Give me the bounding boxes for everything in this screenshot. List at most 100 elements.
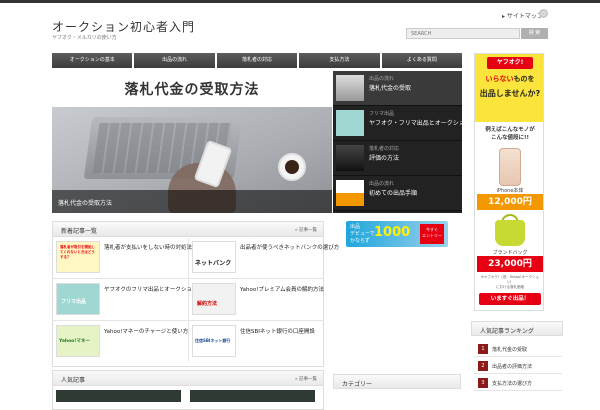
ranking-item[interactable]: 2 出品者の評価方法 [474,358,562,374]
ranking-item[interactable]: 3 支払方法の選び方 [474,375,562,391]
article-title: 出品者が使うべきネットバンクの選び方 [240,245,340,251]
article-item[interactable]: ネットバンク 出品者が使うべきネットバンクの選び方 [188,237,339,281]
slider-item-thumb [336,145,364,171]
slider-item[interactable]: フリマ出品 ヤフオク・フリマ出品とオークションの違い [333,106,489,141]
coffee-image [285,160,299,174]
article-title: 住信SBIネット銀行の口座開設 [240,329,315,335]
slider-item-category: 出品の流れ [369,76,395,82]
rank-number: 2 [478,361,488,371]
campaign-text-line-3: かならず [350,238,370,244]
iphone-price: 12,000円 [477,194,543,210]
ad-headline: いらないものを [479,74,541,84]
article-thumb: フリマ出品 [56,283,100,315]
rank-number: 1 [478,344,488,354]
article-thumb-text: 落札者が取引を開始してくれないときはどうする？ [60,245,95,259]
sitemap-link-label: サイトマップ [506,13,543,20]
article-item[interactable]: 落札者が取引を開始してくれないときはどうする？ 落札者が支払いをしない時の対処法 [52,237,192,281]
rank-title: 支払方法の選び方 [492,381,533,387]
search-input[interactable] [406,28,520,39]
slider-banner-text: 落札代金の受取方法 [124,82,260,98]
nav-item-buyer-response[interactable]: 落札者の対応 [216,53,298,68]
popular-articles-title: 人気記事 [61,377,86,384]
handbag-image [495,220,525,246]
slider-item[interactable]: 出品の流れ 初めての出品手順 [333,176,462,211]
category-header: カテゴリー [333,374,461,389]
campaign-text-line-1: 出品 [350,224,361,230]
slider-item-category: 出品の流れ [369,181,395,187]
article-thumb-text: Yahoo!マネー [59,339,90,344]
ad-example-line-2: こんな値段に!! [490,135,530,141]
popular-thumb [56,390,181,402]
article-item[interactable]: Yahoo!マネー Yahoo!マネーのチャージと使い方 [52,321,189,365]
article-thumb: 解約方法 [192,283,236,315]
campaign-entry-tag: 今すぐ エントリー [420,224,444,244]
nav-item-listing-flow[interactable]: 出品の流れ [134,53,215,68]
article-item[interactable]: フリマ出品 ヤフオクのフリマ出品とオークションの違い [52,279,214,323]
ad-fine-line-2: における落札価格 [496,285,524,289]
new-articles-header: 新着記事一覧 » 記事一覧 [53,222,323,237]
ranking-title: 人気記事ランキング [480,328,534,335]
sitemap-link[interactable]: ▸ サイトマップ [502,11,543,20]
article-thumb-text: 住信SBIネット銀行 [195,338,231,343]
article-item[interactable]: 住信SBIネット銀行 住信SBIネット銀行の口座開設 [188,321,323,365]
rank-title: 落札代金の受取 [492,347,528,353]
rss-icon[interactable]: ◎ [539,9,548,18]
slider-caption[interactable]: 落札代金の受取方法 [58,198,112,207]
article-title: Yahoo!プレミアム会員の解約方法 [240,287,325,293]
iphone-label: iPhone本体 [496,188,524,194]
slider-item[interactable]: 落札者の対応 評価の方法 [333,141,462,176]
slider-item-thumb [336,75,364,101]
popular-articles-more-link[interactable]: » 記事一覧 [295,376,317,382]
article-thumb-text: フリマ出品 [61,299,87,305]
listing-campaign-banner[interactable]: 出品 デビューで かならず 1000 今すぐ エントリー [346,221,448,247]
popular-thumb [190,390,315,402]
ad-fine-line-1: ※ヤフオク!（旧：Yahoo!オークション） [481,275,539,284]
campaign-amount: 1000 [374,225,411,240]
site-title[interactable]: オークション初心者入門 [52,18,195,35]
search-button[interactable]: 検 索 [521,28,548,39]
main-nav: オークションの基本 出品の流れ 落札者の対応 支払方法 よくある質問 [52,53,463,68]
article-title: 落札者が支払いをしない時の対処法 [104,245,193,251]
list-now-button[interactable]: いますぐ出品！ [479,293,541,305]
article-thumb: 住信SBIネット銀行 [192,325,236,357]
ranking-item[interactable]: 1 落札代金の受取 [474,341,562,357]
article-thumb: ネットバンク [192,241,236,273]
article-thumb-text: ネットバンク [195,260,232,267]
category-title: カテゴリー [342,381,373,388]
ranking-header: 人気記事ランキング [471,321,563,336]
article-thumb: Yahoo!マネー [56,325,100,357]
slider-item-category: 落札者の対応 [369,146,400,152]
new-articles-title: 新着記事一覧 [61,228,98,235]
campaign-tag-line-2: エントリー [422,233,442,238]
ad-subheadline: 出品しませんか? [479,89,541,98]
slider-item-thumb [336,180,364,206]
top-border [0,0,600,3]
slider-item-title: 落札代金の受取 [369,85,412,92]
new-articles-more-link[interactable]: » 記事一覧 [295,227,317,233]
campaign-text: 出品 デビューで かならず [350,224,375,245]
ad-headline-rest: ものを [513,75,535,83]
slider-item[interactable]: 出品の流れ 落札代金の受取 [333,71,462,106]
campaign-text-line-2: デビューで [350,231,375,237]
nav-item-faq[interactable]: よくある質問 [381,53,463,68]
nav-item-payment[interactable]: 支払方法 [299,53,380,68]
slider-item-category: フリマ出品 [369,111,395,117]
popular-articles-header: 人気記事 » 記事一覧 [53,371,323,386]
article-title: Yahoo!マネーのチャージと使い方 [104,329,189,335]
bag-price: 23,000円 [477,256,543,272]
rank-number: 3 [478,378,488,388]
article-item[interactable]: 解約方法 Yahoo!プレミアム会員の解約方法 [188,279,325,323]
article-thumb: 落札者が取引を開始してくれないときはどうする？ [56,241,100,273]
yahoo-auction-logo: ヤフオク! [487,57,533,69]
slider-item-title: 初めての出品手順 [369,190,418,197]
ad-headline-red: いらない [485,75,514,83]
nav-item-basics[interactable]: オークションの基本 [52,53,133,68]
slider-item-title: ヤフオク・フリマ出品とオークションの違い [369,120,489,127]
ad-fine-print: ※ヤフオク!（旧：Yahoo!オークション） における落札価格 [479,275,541,290]
slider-item-title: 評価の方法 [369,155,400,162]
rank-title: 出品者の評価方法 [492,364,533,370]
bag-label: ブランドバッグ [492,250,528,256]
iphone-image [499,148,521,186]
yahoo-auction-ad[interactable]: ヤフオク! いらないものを 出品しませんか? 例えばこんなモノが こんな値段に!!… [474,53,544,311]
article-thumb-text: 解約方法 [197,301,218,307]
